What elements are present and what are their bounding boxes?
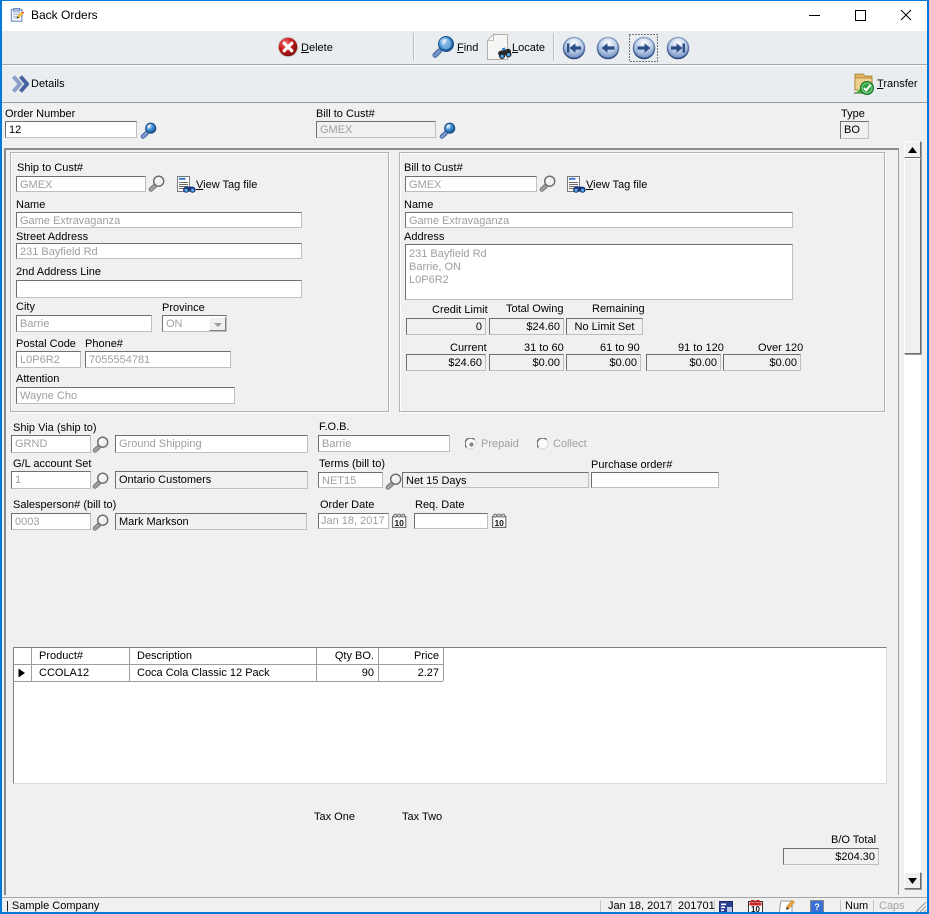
svg-text:10: 10 <box>751 905 760 914</box>
svg-text:?: ? <box>814 902 820 912</box>
